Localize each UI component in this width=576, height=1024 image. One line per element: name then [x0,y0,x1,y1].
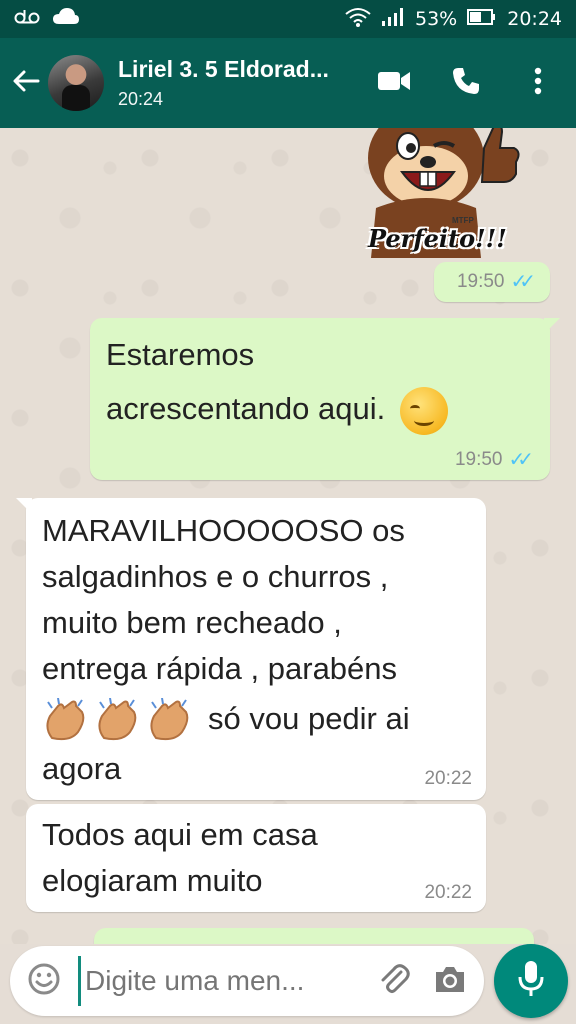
message-line: agora [42,751,122,786]
back-arrow-icon [12,69,40,98]
message-line: Estaremos [106,337,255,372]
outgoing-message-partial[interactable] [94,928,534,944]
voicemail-icon [14,8,40,30]
wifi-icon [345,7,371,32]
chat-area[interactable]: MTFP Perfeito!!! 19:50 ✓✓ Estaremos acre… [0,128,576,944]
clapping-hands-emoji [94,697,142,741]
attach-button[interactable] [372,959,416,1003]
bubble-tail [16,498,32,514]
smirking-face-emoji [399,386,448,435]
voice-call-button[interactable] [446,63,486,103]
battery-icon [467,8,497,31]
message-time: 19:50 [454,448,503,470]
message-time: 20:22 [424,768,472,789]
clapping-hands-emoji [146,697,194,741]
status-bar: 53% 20:24 [0,0,576,38]
attach-icon [377,962,411,1001]
message-line: entrega rápida , parabéns [42,651,398,686]
cloud-icon [52,7,80,31]
outgoing-message[interactable]: Estaremos acrescentando aqui. 19:50 ✓✓ [90,318,560,480]
emoji-button[interactable] [24,961,64,1001]
battery-percent: 53% [415,8,458,30]
contact-last-seen: 20:24 [118,89,164,109]
back-button[interactable] [4,53,48,113]
camera-icon [433,964,467,999]
signal-icon [381,7,405,32]
video-call-button[interactable] [374,63,414,103]
more-options-icon [534,67,542,100]
message-line: salgadinhos e o churros , [42,559,389,594]
message-line: Todos aqui em casa [42,817,318,852]
composer-bar [0,944,576,1024]
phone-icon [451,66,481,101]
message-line: elogiaram muito [42,863,263,898]
message-time: 19:50 [456,270,505,292]
more-options-button[interactable] [518,63,558,103]
contact-info[interactable]: Liriel 3. 5 Eldorad... 20:24 [118,56,368,110]
mic-icon [518,960,544,1003]
message-line: só vou pedir ai [208,701,410,736]
camera-button[interactable] [428,959,472,1003]
message-line: MARAVILHOOOOOSO os [42,513,405,548]
message-line: muito bem recheado , [42,605,342,640]
incoming-message[interactable]: Todos aqui em casa elogiaram muito 20:22 [26,804,486,912]
emoji-icon [27,962,61,1001]
bubble-tail [544,318,560,334]
mic-button[interactable] [494,944,568,1018]
avatar[interactable] [48,55,104,111]
sticker-caption: Perfeito!!! [368,224,507,253]
read-receipt-icon: ✓✓ [510,271,535,293]
contact-name: Liriel 3. 5 Eldorad... [118,56,329,82]
status-time: 20:24 [507,8,562,30]
message-line: acrescentando aqui. [106,391,386,426]
sticker-time-bubble[interactable]: 19:50 ✓✓ [434,262,550,302]
clapping-hands-emoji [42,697,90,741]
message-time: 20:22 [424,882,472,903]
message-input-box [10,946,484,1016]
chat-header: Liriel 3. 5 Eldorad... 20:24 [0,38,576,128]
message-input[interactable] [78,956,372,1006]
video-call-icon [377,70,411,97]
incoming-message[interactable]: MARAVILHOOOOOSO os salgadinhos e o churr… [16,498,486,800]
read-receipt-icon: ✓✓ [508,449,533,471]
